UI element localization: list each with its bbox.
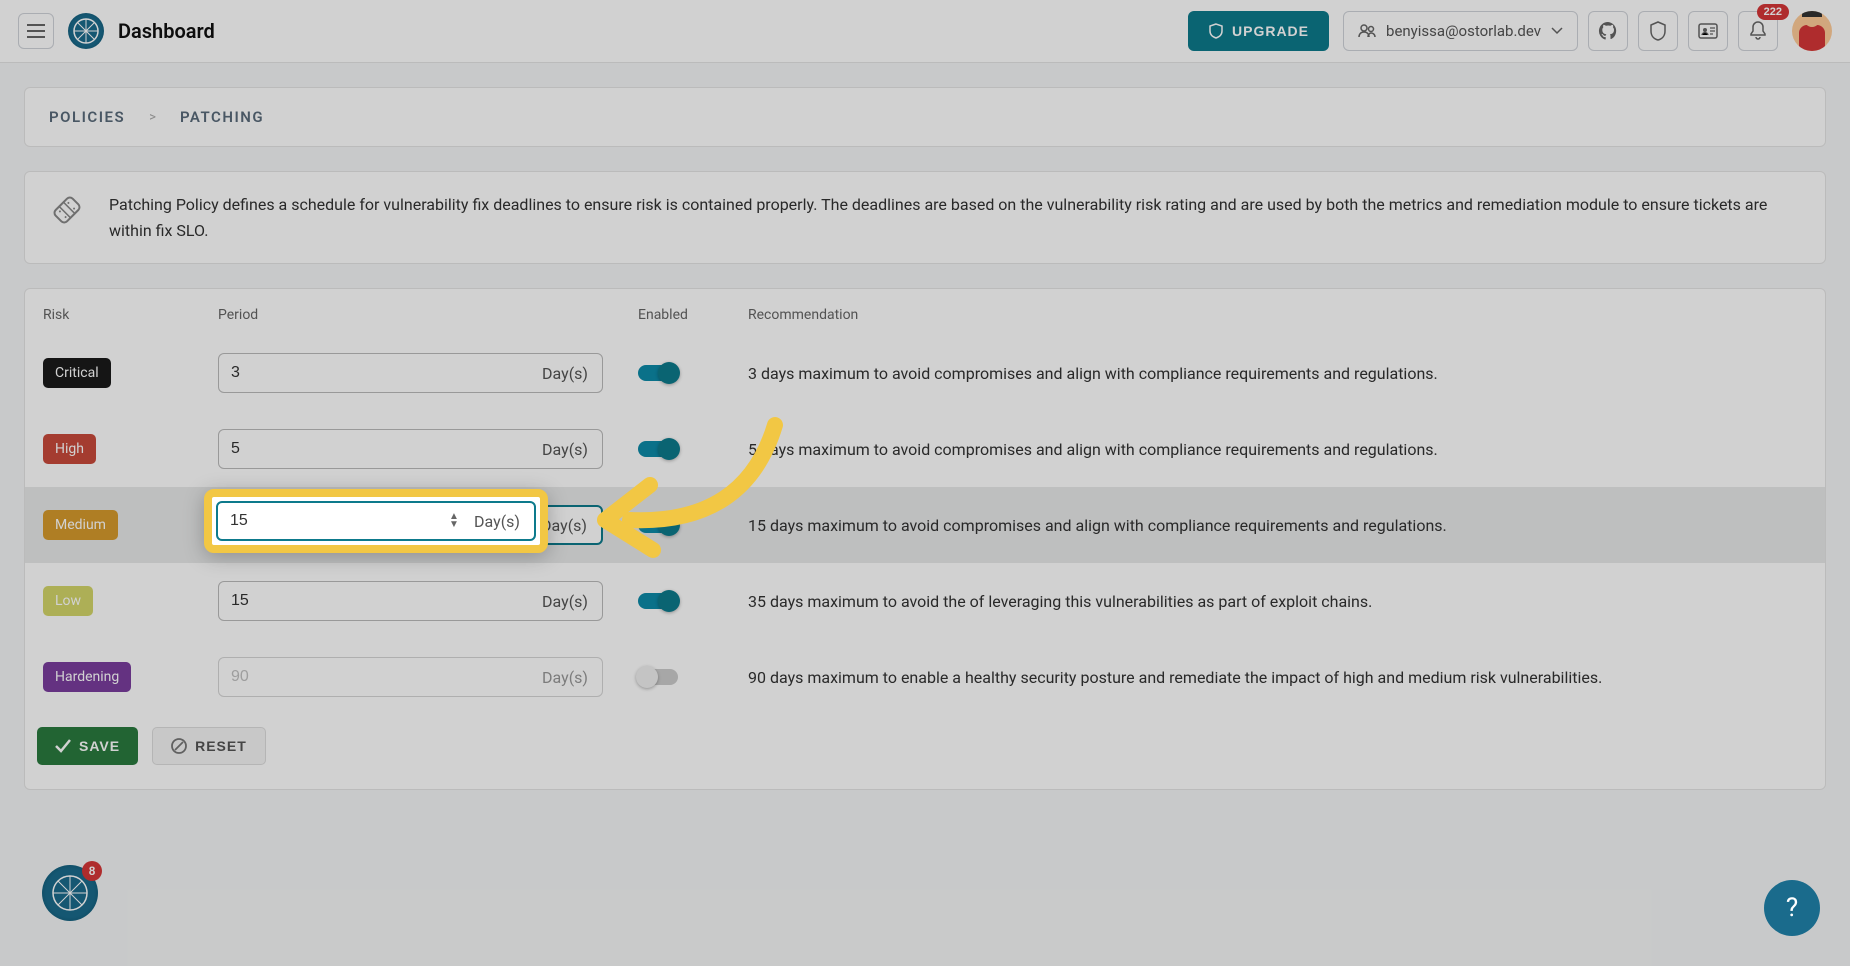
header-enabled: Enabled	[638, 307, 748, 323]
callout-highlight: ▲▼ Day(s)	[204, 489, 548, 553]
recommendation-text: 3 days maximum to avoid compromises and …	[748, 364, 1438, 383]
floating-badge: 8	[82, 861, 102, 881]
cancel-icon	[171, 738, 187, 754]
users-icon	[1358, 24, 1376, 38]
logo-icon	[72, 17, 100, 45]
crumb-policies[interactable]: POLICIES	[49, 108, 125, 126]
stepper-icon[interactable]: ▲▼	[449, 513, 460, 529]
reset-label: RESET	[195, 738, 247, 754]
enabled-toggle[interactable]	[638, 593, 678, 609]
reset-button[interactable]: RESET	[152, 727, 266, 765]
floating-logo[interactable]: 8	[42, 865, 98, 921]
period-input[interactable]	[219, 440, 528, 458]
risk-badge: Hardening	[43, 662, 131, 692]
info-text: Patching Policy defines a schedule for v…	[109, 192, 1801, 243]
github-button[interactable]	[1588, 11, 1628, 51]
shield-icon	[1208, 23, 1224, 39]
header-recommendation: Recommendation	[748, 307, 1807, 323]
crumb-patching[interactable]: PATCHING	[180, 108, 264, 126]
help-button[interactable]: ?	[1764, 880, 1820, 936]
bell-icon	[1749, 21, 1767, 41]
period-suffix: Day(s)	[460, 512, 534, 531]
form-actions: SAVE RESET	[25, 715, 1825, 765]
period-suffix: Day(s)	[528, 592, 602, 611]
question-icon: ?	[1786, 893, 1798, 923]
table-row: Low Day(s) 35 days maximum to avoid the of…	[25, 563, 1825, 639]
id-card-icon	[1698, 23, 1718, 39]
risk-badge: Medium	[43, 510, 118, 540]
enabled-toggle[interactable]	[638, 365, 678, 381]
header-risk: Risk	[43, 307, 218, 323]
period-input-medium-callout[interactable]	[218, 512, 449, 530]
breadcrumb: POLICIES > PATCHING	[24, 87, 1826, 147]
callout-arrow-icon	[575, 415, 795, 575]
card-button[interactable]	[1688, 11, 1728, 51]
security-button[interactable]	[1638, 11, 1678, 51]
recommendation-text: 90 days maximum to enable a healthy secu…	[748, 668, 1602, 687]
github-icon	[1598, 21, 1618, 41]
table-row: HighDay(s)5 days maximum to avoid compro…	[25, 411, 1825, 487]
period-input	[219, 668, 528, 686]
period-suffix: Day(s)	[528, 364, 602, 383]
table-row: Hardening Day(s) 90 days maximum to enable…	[25, 639, 1825, 715]
logo-icon	[50, 873, 90, 913]
header-period: Period	[218, 307, 638, 323]
check-icon	[55, 739, 71, 753]
table-header: Risk Period Enabled Recommendation	[25, 289, 1825, 335]
recommendation-text: 35 days maximum to avoid the of leveragi…	[748, 592, 1372, 611]
upgrade-label: UPGRADE	[1232, 23, 1309, 39]
recommendation-text: 5 days maximum to avoid compromises and …	[748, 440, 1438, 459]
period-suffix: Day(s)	[528, 668, 602, 687]
save-label: SAVE	[79, 738, 120, 754]
upgrade-button[interactable]: UPGRADE	[1188, 11, 1329, 51]
app-header: Dashboard UPGRADE benyissa@ostorlab.dev …	[0, 0, 1850, 63]
shield-outline-icon	[1649, 21, 1667, 41]
risk-badge: Critical	[43, 358, 111, 388]
patch-icon	[49, 192, 85, 228]
menu-button[interactable]	[18, 13, 54, 49]
notifications-button[interactable]: 222	[1738, 11, 1778, 51]
hamburger-icon	[27, 24, 45, 38]
notification-badge: 222	[1757, 4, 1789, 20]
period-input[interactable]	[219, 364, 528, 382]
risk-badge: High	[43, 434, 96, 464]
risk-badge: Low	[43, 586, 93, 616]
table-row: Critical Day(s) 3 days maximum to avoid co…	[25, 335, 1825, 411]
enabled-toggle[interactable]	[638, 669, 678, 685]
app-logo[interactable]	[68, 13, 104, 49]
recommendation-text: 15 days maximum to avoid compromises and…	[748, 516, 1447, 535]
save-button[interactable]: SAVE	[37, 727, 138, 765]
chevron-right-icon: >	[149, 110, 156, 125]
info-panel: Patching Policy defines a schedule for v…	[24, 171, 1826, 264]
user-avatar[interactable]	[1792, 11, 1832, 51]
chevron-down-icon	[1551, 27, 1563, 35]
period-input[interactable]	[219, 592, 528, 610]
user-email: benyissa@ostorlab.dev	[1386, 22, 1541, 40]
page-title: Dashboard	[118, 19, 215, 43]
main-content: POLICIES > PATCHING Patching Policy defi…	[0, 63, 1850, 814]
user-menu[interactable]: benyissa@ostorlab.dev	[1343, 11, 1578, 51]
